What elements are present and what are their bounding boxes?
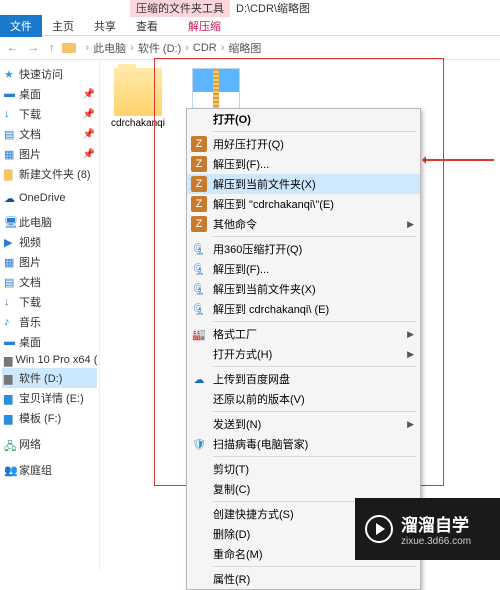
ctx-props[interactable]: 属性(R) [187,569,420,589]
tab-share[interactable]: 共享 [84,15,126,37]
sidebar-music[interactable]: ♪音乐 [2,312,97,332]
ctx-open-with[interactable]: 打开方式(H)▶ [187,344,420,364]
sidebar-desktop[interactable]: ▬桌面📌 [2,84,97,104]
ctx-open[interactable]: 打开(O) [187,109,420,129]
play-icon [365,515,393,543]
ctx-360-to[interactable]: 🗜解压到(F)... [187,259,420,279]
content-area: cdrchakanqi cdrchakanqi 打开(O) Z用好压打开(Q) … [100,60,500,570]
ctx-extract-here[interactable]: Z解压到当前文件夹(X) [187,174,420,194]
ctx-sendto[interactable]: 发送到(N)▶ [187,414,420,434]
sidebar-quick-access[interactable]: ★快速访问 [2,64,97,84]
nav-up-icon[interactable]: ↑ [46,42,58,54]
sidebar-videos[interactable]: ▶视频 [2,232,97,252]
format-factory-icon: 🏭 [191,326,207,342]
ctx-qq-scan[interactable]: 🛡扫描病毒(电脑管家) [187,434,420,454]
sidebar-network[interactable]: 🖧网络 [2,434,97,454]
tab-view[interactable]: 查看 [126,15,168,37]
breadcrumb[interactable]: ›此电脑 ›软件 (D:) ›CDR ›缩略图 [84,40,264,56]
zip360-icon: 🗜 [191,241,207,257]
haozip-icon: Z [191,216,207,232]
ribbon-tabs: 文件 主页 共享 查看 解压缩 [0,16,500,36]
sidebar-downloads2[interactable]: ↓下载 [2,292,97,312]
sidebar-drive-c[interactable]: ▆Win 10 Pro x64 (C [2,352,97,368]
ctx-cut[interactable]: 剪切(T) [187,459,420,479]
sidebar-desktop2[interactable]: ▬桌面 [2,332,97,352]
haozip-icon: Z [191,136,207,152]
nav-fwd-icon[interactable]: → [25,42,42,54]
watermark-badge: 溜溜自学 zixue.3d66.com [355,498,500,560]
ctx-baidu[interactable]: ☁上传到百度网盘 [187,369,420,389]
window-title-path: D:\CDR\缩略图 [230,0,316,17]
annotation-arrow [424,159,494,161]
sidebar-this-pc[interactable]: 🖥此电脑 [2,212,97,232]
zip360-icon: 🗜 [191,261,207,277]
ctx-restore[interactable]: 还原以前的版本(V) [187,389,420,409]
file-folder[interactable]: cdrchakanqi [108,68,168,129]
sidebar-drive-e[interactable]: ▆宝贝详情 (E:) [2,388,97,408]
ctx-360-named[interactable]: 🗜解压到 cdrchakanqi\ (E) [187,299,420,319]
sidebar-documents2[interactable]: ▤文档 [2,272,97,292]
ctx-other-cmd[interactable]: Z其他命令▶ [187,214,420,234]
sidebar-pictures[interactable]: ▦图片📌 [2,144,97,164]
ctx-copy[interactable]: 复制(C) [187,479,420,499]
folder-icon [114,68,162,116]
ctx-extract-named[interactable]: Z解压到 "cdrchakanqi\"(E) [187,194,420,214]
sidebar-documents[interactable]: ▤文档📌 [2,124,97,144]
nav-back-icon[interactable]: ← [4,42,21,54]
tab-file[interactable]: 文件 [0,15,42,37]
ctx-haozip-open[interactable]: Z用好压打开(Q) [187,134,420,154]
baidu-cloud-icon: ☁ [191,371,207,387]
sidebar: ★快速访问 ▬桌面📌 ↓下载📌 ▤文档📌 ▦图片📌 ▇新建文件夹 (8) ☁On… [0,60,100,570]
ctx-360-open[interactable]: 🗜用360压缩打开(Q) [187,239,420,259]
sidebar-newfolder[interactable]: ▇新建文件夹 (8) [2,164,97,184]
haozip-icon: Z [191,156,207,172]
nav-bar: ← → ↑ ›此电脑 ›软件 (D:) ›CDR ›缩略图 [0,36,500,60]
qq-guard-icon: 🛡 [191,436,207,452]
ctx-360-here[interactable]: 🗜解压到当前文件夹(X) [187,279,420,299]
ctx-format-factory[interactable]: 🏭格式工厂▶ [187,324,420,344]
zip360-icon: 🗜 [191,301,207,317]
sidebar-onedrive[interactable]: ☁OneDrive [2,190,97,206]
sidebar-homegroup[interactable]: 👥家庭组 [2,460,97,480]
tab-extract[interactable]: 解压缩 [178,15,231,37]
haozip-icon: Z [191,176,207,192]
sidebar-drive-d[interactable]: ▆软件 (D:) [2,368,97,388]
sidebar-drive-f[interactable]: ▆模板 (F:) [2,408,97,428]
tab-home[interactable]: 主页 [42,15,84,37]
sidebar-pictures2[interactable]: ▦图片 [2,252,97,272]
sidebar-downloads[interactable]: ↓下载📌 [2,104,97,124]
folder-icon [62,43,76,53]
zip360-icon: 🗜 [191,281,207,297]
haozip-icon: Z [191,196,207,212]
ctx-extract-to[interactable]: Z解压到(F)... [187,154,420,174]
